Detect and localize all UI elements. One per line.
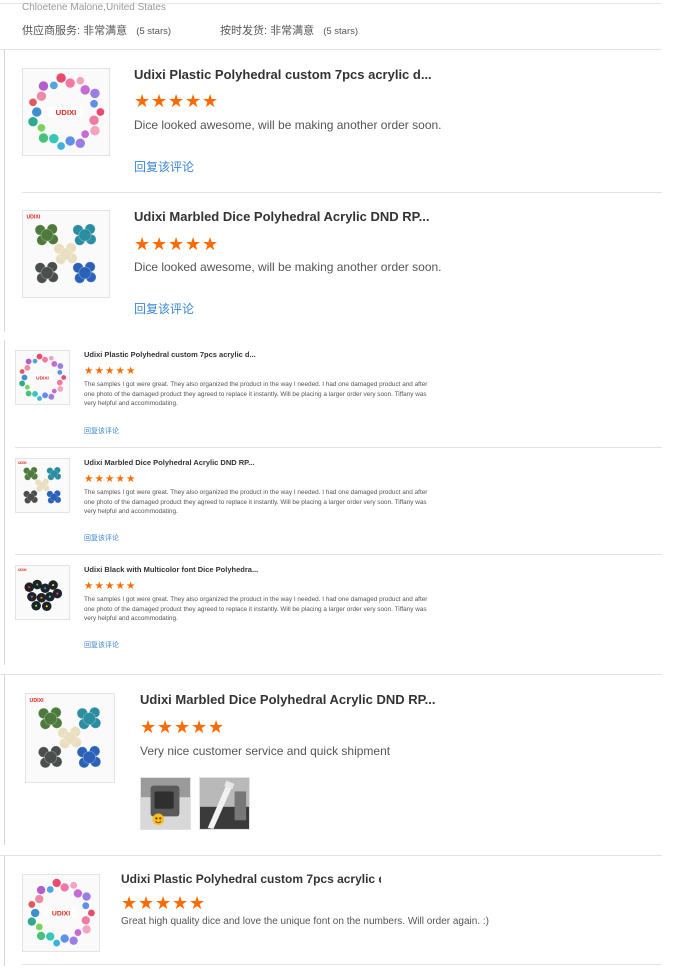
star-icon: ★ <box>105 473 115 485</box>
on-time-shipping-stars: (5 stars) <box>323 26 359 37</box>
on-time-shipping-rating: 按时发货: 非常满意 (5 stars) <box>220 22 358 38</box>
rating-stars: ★ ★ ★ ★ ★ <box>84 365 137 377</box>
dice-ring-image: UDIXI <box>19 353 67 401</box>
star-icon: ★ <box>84 580 94 592</box>
star-icon: ★ <box>126 473 136 485</box>
rating-stars: ★ ★ ★ ★ ★ <box>134 235 219 253</box>
star-icon: ★ <box>185 234 202 254</box>
star-icon: ★ <box>172 893 189 913</box>
rating-stars: ★ ★ ★ ★ ★ <box>134 92 219 110</box>
customer-photo-thumbnail[interactable] <box>199 777 250 830</box>
reply-to-review-link[interactable]: 回复该评论 <box>84 426 119 436</box>
rating-stars: ★ ★ ★ ★ ★ <box>140 718 225 736</box>
customer-photo-dice-bag <box>141 778 190 829</box>
star-icon: ★ <box>189 893 206 913</box>
star-icon: ★ <box>174 717 191 737</box>
product-title-link[interactable]: Udixi Plastic Polyhedral custom 7pcs acr… <box>134 67 444 82</box>
reply-to-review-link[interactable]: 回复该评论 <box>134 158 194 175</box>
product-title-link[interactable]: Udixi Marbled Dice Polyhedral Acrylic DN… <box>134 209 434 224</box>
marbled-dice-image: UDIXI <box>26 215 97 284</box>
star-icon: ★ <box>140 717 157 737</box>
black-dice-image: UDIXI <box>18 568 63 612</box>
review-text: Dice looked awesome, will be making anot… <box>134 260 442 274</box>
star-icon: ★ <box>134 91 151 111</box>
customer-photo-thumbnail[interactable] <box>140 777 191 830</box>
supplier-service-stars: (5 stars) <box>136 26 172 37</box>
star-icon: ★ <box>151 91 168 111</box>
reply-to-review-link[interactable]: 回复该评论 <box>84 640 119 650</box>
star-icon: ★ <box>202 234 219 254</box>
reply-to-review-link[interactable]: 回复该评论 <box>84 533 119 543</box>
product-thumbnail-marbled-dice[interactable]: UDIXI <box>15 458 70 513</box>
product-title-link[interactable]: Udixi Plastic Polyhedral custom 7pcs acr… <box>84 350 274 359</box>
marbled-dice-image: UDIXI <box>30 698 102 769</box>
star-icon: ★ <box>94 580 104 592</box>
star-icon: ★ <box>126 365 136 377</box>
star-icon: ★ <box>115 580 125 592</box>
brand-logo: UDIXI <box>36 375 49 381</box>
star-icon: ★ <box>94 473 104 485</box>
brand-logo: UDIXI <box>56 108 77 117</box>
reply-to-review-link[interactable]: 回复该评论 <box>134 300 194 317</box>
rating-stars: ★ ★ ★ ★ ★ <box>84 580 137 592</box>
star-icon: ★ <box>151 234 168 254</box>
brand-logo: UDIXI <box>18 568 27 572</box>
star-icon: ★ <box>168 234 185 254</box>
star-icon: ★ <box>84 365 94 377</box>
star-icon: ★ <box>191 717 208 737</box>
product-title-link[interactable]: Udixi Marbled Dice Polyhedral Acrylic DN… <box>84 458 274 467</box>
star-icon: ★ <box>134 234 151 254</box>
review-text: Dice looked awesome, will be making anot… <box>134 118 442 132</box>
star-icon: ★ <box>105 365 115 377</box>
star-icon: ★ <box>202 91 219 111</box>
star-icon: ★ <box>155 893 172 913</box>
rating-stars: ★ ★ ★ ★ ★ <box>84 473 137 485</box>
dice-ring-image: UDIXI <box>27 878 95 947</box>
reviewer-name: Chloetene Malone,United States <box>22 2 166 13</box>
product-title-link[interactable]: Udixi Black with Multicolor font Dice Po… <box>84 565 274 574</box>
star-icon: ★ <box>94 365 104 377</box>
star-icon: ★ <box>121 893 138 913</box>
dice-ring-image: UDIXI <box>28 73 105 150</box>
product-thumbnail-dice-ring[interactable]: UDIXI <box>22 874 100 952</box>
on-time-shipping-label: 按时发货: <box>220 25 268 37</box>
review-text: The samples I got were great. They also … <box>84 596 428 622</box>
product-thumbnail-marbled-dice[interactable]: UDIXI <box>22 210 110 298</box>
rating-stars: ★ ★ ★ ★ ★ <box>121 894 206 912</box>
star-icon: ★ <box>115 365 125 377</box>
product-thumbnail-dice-ring[interactable]: UDIXI <box>22 68 110 156</box>
review-text: Very nice customer service and quick shi… <box>140 744 391 758</box>
star-icon: ★ <box>84 473 94 485</box>
on-time-shipping-value: 非常满意 <box>270 25 315 37</box>
review-text: The samples I got were great. They also … <box>84 381 428 407</box>
review-text: The samples I got were great. They also … <box>84 489 428 515</box>
star-icon: ★ <box>105 580 115 592</box>
supplier-service-rating: 供应商服务: 非常满意 (5 stars) <box>22 22 171 38</box>
customer-photo-dice-tube <box>200 778 249 829</box>
star-icon: ★ <box>115 473 125 485</box>
star-icon: ★ <box>126 580 136 592</box>
review-text: Great high quality dice and love the uni… <box>121 916 489 927</box>
product-thumbnail-marbled-dice[interactable]: UDIXI <box>25 693 115 783</box>
star-icon: ★ <box>168 91 185 111</box>
product-thumbnail-dice-ring[interactable]: UDIXI <box>15 350 70 405</box>
star-icon: ★ <box>208 717 225 737</box>
star-icon: ★ <box>185 91 202 111</box>
product-thumbnail-black-dice[interactable]: UDIXI <box>15 565 70 620</box>
star-icon: ★ <box>138 893 155 913</box>
star-icon: ★ <box>157 717 174 737</box>
supplier-service-label: 供应商服务: <box>22 25 81 37</box>
product-title-link[interactable]: Udixi Plastic Polyhedral custom 7pcs acr… <box>121 872 381 886</box>
supplier-service-value: 非常满意 <box>83 25 128 37</box>
product-title-link[interactable]: Udixi Marbled Dice Polyhedral Acrylic DN… <box>140 692 440 707</box>
brand-logo: UDIXI <box>52 911 70 918</box>
brand-logo: UDIXI <box>18 461 27 465</box>
brand-logo: UDIXI <box>30 698 45 704</box>
marbled-dice-image: UDIXI <box>18 461 62 504</box>
brand-logo: UDIXI <box>26 215 40 221</box>
